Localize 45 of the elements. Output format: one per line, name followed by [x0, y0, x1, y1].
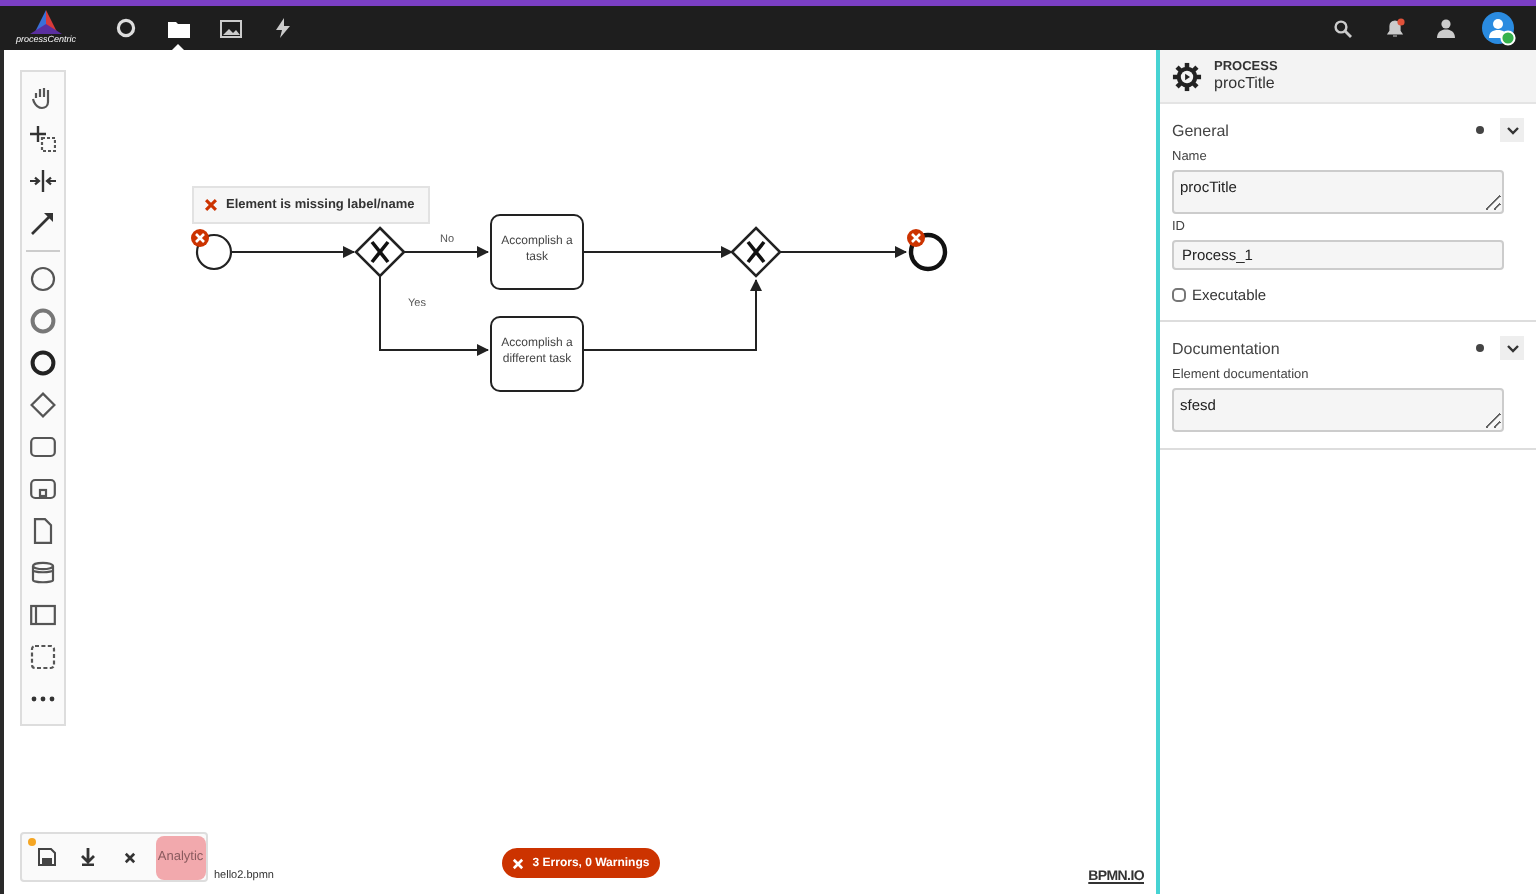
folder-icon — [167, 19, 189, 37]
rounded-rectangle-icon — [30, 434, 56, 460]
lasso-tool-icon — [30, 126, 56, 152]
end-event — [908, 232, 948, 272]
start-event — [195, 233, 233, 271]
user-icon — [1435, 18, 1457, 38]
diamond-icon — [30, 392, 56, 418]
gear-icon — [1172, 61, 1202, 91]
database-icon — [30, 560, 56, 586]
sequence-flow-arrow — [379, 275, 489, 356]
bolt-icon — [275, 18, 289, 38]
sequence-flow-arrow — [779, 246, 907, 258]
dashed-rectangle-icon — [30, 644, 56, 670]
subprocess-icon — [30, 476, 56, 502]
close-icon — [123, 851, 136, 863]
pool-icon — [30, 602, 56, 628]
group-title: Documentation — [1172, 339, 1282, 357]
error-icon — [512, 857, 525, 869]
download-icon — [80, 848, 97, 866]
element-name: procTitle — [1214, 74, 1277, 92]
error-icon — [204, 198, 218, 212]
arrow-icon — [30, 210, 56, 236]
circle-icon — [116, 18, 136, 38]
avatar-button[interactable] — [1476, 6, 1520, 50]
sequence-flow-arrow — [403, 246, 489, 258]
image-icon — [219, 19, 241, 37]
thick-circle-icon — [30, 350, 56, 376]
save-icon — [38, 848, 57, 866]
exclusive-gateway — [730, 226, 782, 278]
logo-icon — [26, 10, 66, 37]
checkbox[interactable] — [1172, 288, 1186, 302]
search-icon — [1333, 19, 1351, 37]
sequence-flow-arrow — [231, 246, 355, 258]
error-badge-icon — [191, 229, 209, 247]
document-icon — [30, 518, 56, 544]
collapse-button[interactable] — [1500, 336, 1524, 360]
chevron-icon — [1505, 125, 1519, 135]
avatar-icon — [1481, 11, 1515, 45]
chevron-icon — [1505, 343, 1519, 353]
bell-icon — [1383, 17, 1405, 39]
collapse-button[interactable] — [1500, 118, 1524, 142]
circle-icon — [30, 266, 56, 292]
space-tool-icon — [30, 168, 56, 194]
group-title: General — [1172, 121, 1231, 139]
error-badge-icon — [907, 229, 925, 247]
